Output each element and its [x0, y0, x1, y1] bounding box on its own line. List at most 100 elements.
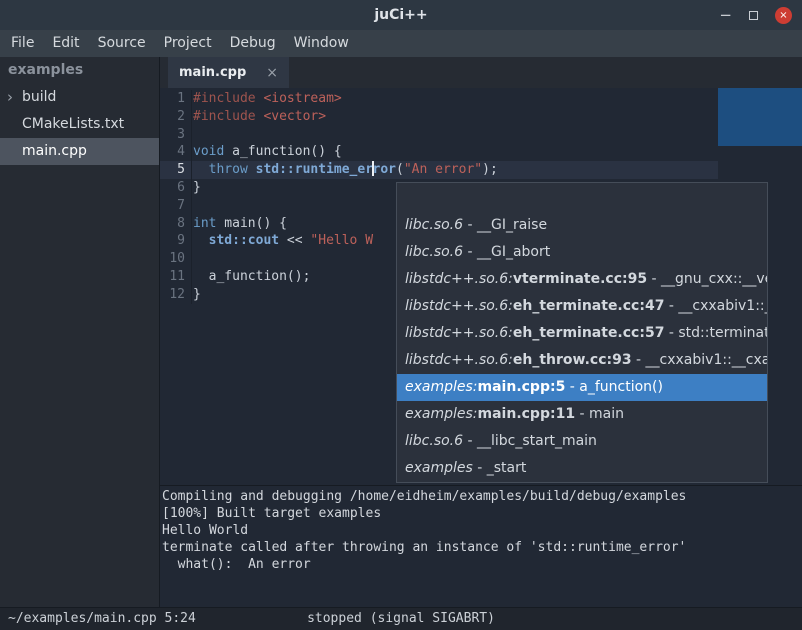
line-number: 12	[160, 286, 192, 304]
line-number: 3	[160, 126, 192, 144]
code-segment: "An error"	[404, 162, 482, 177]
output-line: what(): An error	[162, 556, 802, 573]
menubar: FileEditSourceProjectDebugWindow	[0, 30, 802, 57]
menu-item-window[interactable]: Window	[285, 30, 358, 57]
output-terminal[interactable]: Compiling and debugging /home/eidheim/ex…	[160, 485, 802, 607]
code-line[interactable]: 3	[160, 126, 802, 144]
backtrace-row[interactable]: libstdc++.so.6:eh_throw.cc:93 - __cxxabi…	[397, 347, 767, 374]
debug-tooltip-box	[718, 88, 802, 146]
backtrace-row[interactable]: examples - _start	[397, 455, 767, 482]
code-segment: ror	[373, 162, 396, 177]
line-number: 10	[160, 250, 192, 268]
frame-location: examples:	[405, 379, 478, 395]
sidebar-header: examples	[0, 57, 159, 84]
frame-file-line: main.cpp:11	[478, 406, 576, 422]
output-line: Hello World	[162, 522, 802, 539]
backtrace-row[interactable]: libstdc++.so.6:eh_terminate.cc:47 - __cx…	[397, 293, 767, 320]
maximize-icon	[749, 11, 758, 20]
line-number: 8	[160, 215, 192, 233]
frame-symbol: - __GI_raise	[463, 217, 547, 233]
close-button[interactable]: ×	[775, 7, 792, 24]
backtrace-list: libc.so.6 - __GI_raiselibc.so.6 - __GI_a…	[397, 212, 767, 482]
output-line: Compiling and debugging /home/eidheim/ex…	[162, 488, 802, 505]
backtrace-row[interactable]: libc.so.6 - __GI_abort	[397, 239, 767, 266]
code-text: #include <vector>	[192, 108, 326, 126]
popup-header	[397, 183, 767, 212]
code-segment: (	[396, 162, 404, 177]
code-segment	[193, 233, 209, 248]
backtrace-row[interactable]: libstdc++.so.6:eh_terminate.cc:57 - std:…	[397, 320, 767, 347]
code-text	[192, 250, 193, 268]
code-text	[192, 197, 193, 215]
backtrace-row[interactable]: libc.so.6 - __libc_start_main	[397, 428, 767, 455]
line-number: 11	[160, 268, 192, 286]
code-text: throw std::runtime_error("An error");	[192, 161, 498, 179]
menu-item-edit[interactable]: Edit	[43, 30, 88, 57]
backtrace-row[interactable]: examples:main.cpp:5 - a_function()	[397, 374, 767, 401]
line-number: 6	[160, 179, 192, 197]
code-text	[192, 126, 193, 144]
chevron-right-icon[interactable]: ›	[7, 84, 13, 111]
line-number: 2	[160, 108, 192, 126]
minimize-button[interactable]: −	[719, 8, 732, 23]
code-segment: throw	[209, 162, 248, 177]
sidebar-item-cmakelists-txt[interactable]: CMakeLists.txt	[0, 111, 159, 138]
frame-symbol: - _start	[473, 460, 527, 476]
frame-symbol: - __cxxabiv1::__term	[664, 298, 767, 314]
sidebar-item-build[interactable]: ›build	[0, 84, 159, 111]
code-segment: a_function();	[193, 269, 310, 284]
code-segment: "Hello W	[310, 233, 373, 248]
frame-location: libstdc++.so.6:	[405, 298, 513, 314]
code-segment: <<	[279, 233, 310, 248]
statusbar: ~/examples/main.cpp 5:24 stopped (signal…	[0, 607, 802, 630]
frame-symbol: - main	[575, 406, 624, 422]
frame-location: examples	[405, 460, 473, 476]
frame-file-line: eh_terminate.cc:57	[513, 325, 665, 341]
maximize-button[interactable]	[749, 8, 758, 23]
code-segment: <vector>	[263, 109, 326, 124]
code-line[interactable]: 2#include <vector>	[160, 108, 802, 126]
line-number: 4	[160, 143, 192, 161]
line-number: 5	[160, 161, 192, 179]
code-segment	[193, 162, 209, 177]
code-text: }	[192, 286, 201, 304]
code-text: std::cout << "Hello W	[192, 232, 373, 250]
code-segment: <iostream>	[263, 91, 341, 106]
frame-location: libc.so.6	[405, 217, 463, 233]
output-line: terminate called after throwing an insta…	[162, 539, 802, 556]
backtrace-popup: libc.so.6 - __GI_raiselibc.so.6 - __GI_a…	[396, 182, 768, 483]
backtrace-row[interactable]: libc.so.6 - __GI_raise	[397, 212, 767, 239]
tree-item-label: CMakeLists.txt	[22, 116, 124, 132]
frame-location: examples:	[405, 406, 478, 422]
frame-file-line: vterminate.cc:95	[513, 271, 647, 287]
frame-location: libstdc++.so.6:	[405, 352, 513, 368]
frame-symbol: - __libc_start_main	[463, 433, 597, 449]
frame-symbol: - __cxxabiv1::__cxa_thro	[632, 352, 767, 368]
line-number: 7	[160, 197, 192, 215]
code-segment: main() {	[216, 216, 286, 231]
menu-item-debug[interactable]: Debug	[221, 30, 285, 57]
sidebar-item-main-cpp[interactable]: main.cpp	[0, 138, 159, 165]
code-line[interactable]: 1#include <iostream>	[160, 90, 802, 108]
menu-item-project[interactable]: Project	[155, 30, 221, 57]
output-line: [100%] Built target examples	[162, 505, 802, 522]
backtrace-row[interactable]: examples:main.cpp:11 - main	[397, 401, 767, 428]
code-text: void a_function() {	[192, 143, 342, 161]
titlebar: juCi++ − ×	[0, 0, 802, 30]
line-number: 9	[160, 232, 192, 250]
code-segment: std::runtime_er	[256, 162, 373, 177]
code-line[interactable]: 5 throw std::runtime_error("An error");	[160, 161, 802, 179]
code-line[interactable]: 4void a_function() {	[160, 143, 802, 161]
menu-item-source[interactable]: Source	[89, 30, 155, 57]
code-segment: }	[193, 180, 201, 195]
line-number: 1	[160, 90, 192, 108]
menu-item-file[interactable]: File	[2, 30, 43, 57]
code-text: }	[192, 179, 201, 197]
code-text: a_function();	[192, 268, 310, 286]
tab-close-icon[interactable]: ×	[266, 65, 278, 81]
tab-main-cpp[interactable]: main.cpp×	[168, 57, 289, 88]
backtrace-row[interactable]: libstdc++.so.6:vterminate.cc:95 - __gnu_…	[397, 266, 767, 293]
frame-location: libstdc++.so.6:	[405, 271, 513, 287]
code-text: int main() {	[192, 215, 287, 233]
sidebar-list: ›build CMakeLists.txt main.cpp	[0, 84, 159, 165]
